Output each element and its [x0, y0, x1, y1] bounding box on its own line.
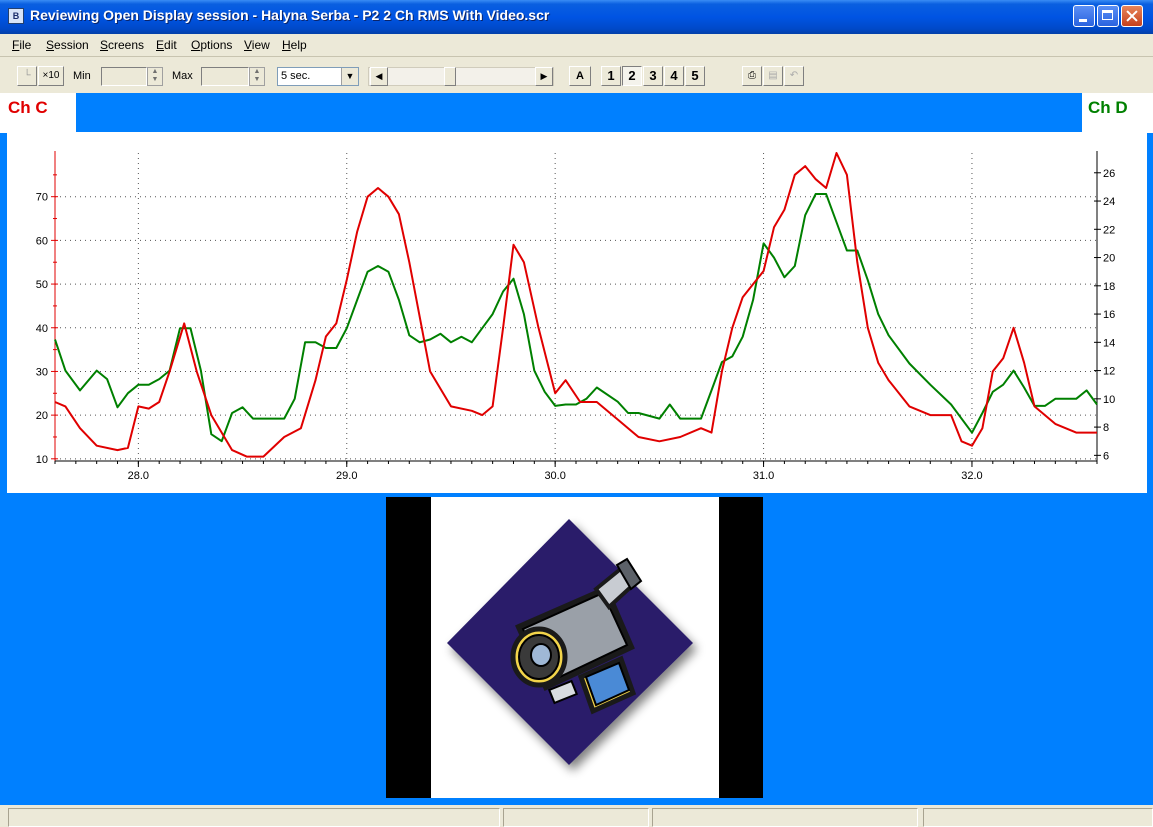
menu-screens[interactable]: Screens: [100, 38, 144, 52]
right-y-tick-label: 26: [1103, 168, 1115, 180]
min-label: Min: [73, 70, 91, 82]
undo-button[interactable]: ↶: [784, 66, 804, 86]
x-tick-label: 31.0: [753, 470, 774, 482]
axis-icon: └: [23, 70, 31, 81]
left-y-tick-label: 60: [36, 235, 48, 247]
channel-color-strip: [76, 93, 1082, 132]
arrow-left-icon: ◀: [375, 71, 383, 81]
chevron-down-icon[interactable]: ▼: [341, 68, 358, 85]
scroll-left-button[interactable]: ◀: [370, 67, 388, 86]
window-title: Reviewing Open Display session - Halyna …: [30, 7, 550, 23]
channel-d-label: Ch D: [1088, 98, 1128, 117]
left-y-tick-label: 50: [36, 279, 48, 291]
toolbar: └ ×10 Min ▲ ▼ Max ▲ ▼ 5 sec. ▼ ◀ ▶ A 1 2 3…: [0, 57, 1153, 93]
channel-c-label: Ch C: [8, 98, 48, 117]
arrow-right-icon: ▶: [540, 71, 548, 81]
max-label: Max: [172, 70, 193, 82]
timebase-select[interactable]: 5 sec. ▼: [277, 67, 359, 86]
menu-options[interactable]: Options: [191, 38, 232, 52]
screen-button-5[interactable]: 5: [685, 66, 705, 86]
close-button[interactable]: [1121, 5, 1143, 27]
document-icon: ▤: [768, 70, 778, 81]
printer-icon: ⎙: [748, 70, 756, 81]
title-bar[interactable]: B Reviewing Open Display session - Halyn…: [0, 0, 1153, 34]
left-y-tick-label: 30: [36, 366, 48, 378]
x-tick-label: 30.0: [544, 470, 565, 482]
scroll-thumb[interactable]: [444, 67, 456, 86]
status-pane-3: [652, 808, 918, 827]
screen-button-3[interactable]: 3: [643, 66, 663, 86]
maximize-button[interactable]: [1097, 5, 1119, 27]
right-y-tick-label: 6: [1103, 450, 1109, 462]
status-bar: [0, 805, 1153, 827]
undo-icon: ↶: [789, 70, 799, 81]
app-icon[interactable]: B: [8, 8, 24, 24]
menu-edit[interactable]: Edit: [156, 38, 177, 52]
time-scrollbar[interactable]: [368, 67, 554, 86]
series-line-ch-d: [54, 193, 1098, 443]
menu-help[interactable]: Help: [282, 38, 307, 52]
menu-session[interactable]: Session: [46, 38, 89, 52]
right-y-tick-label: 14: [1103, 337, 1115, 349]
x-tick-label: 32.0: [961, 470, 982, 482]
right-y-tick-label: 18: [1103, 281, 1115, 293]
status-pane-1: [8, 808, 500, 827]
right-y-tick-label: 12: [1103, 366, 1115, 378]
scroll-right-button[interactable]: ▶: [535, 67, 553, 86]
auto-scale-button[interactable]: A: [569, 66, 591, 86]
print-button[interactable]: ⎙: [742, 66, 762, 86]
minimize-button[interactable]: [1073, 5, 1095, 27]
status-pane-4: [923, 808, 1153, 827]
status-pane-2: [503, 808, 649, 827]
screen-button-4[interactable]: 4: [664, 66, 684, 86]
right-y-tick-label: 20: [1103, 253, 1115, 265]
x10-button[interactable]: ×10: [38, 66, 64, 86]
rms-line-chart[interactable]: 10 20 30 40 50 60 70 6 8 10 12 14 16 18 20 22 24 26 28.0 29…: [7, 133, 1147, 493]
report-button[interactable]: ▤: [763, 66, 783, 86]
menu-file[interactable]: File: [12, 38, 31, 52]
menu-view[interactable]: View: [244, 38, 270, 52]
min-input[interactable]: [101, 67, 147, 86]
right-y-tick-label: 8: [1103, 422, 1109, 434]
min-spinner[interactable]: ▲ ▼: [147, 67, 163, 86]
menu-bar: File Session Screens Edit Options View H…: [0, 34, 1153, 57]
left-y-tick-label: 70: [36, 192, 48, 204]
left-y-tick-label: 10: [36, 454, 48, 466]
screen-button-1[interactable]: 1: [601, 66, 621, 86]
right-y-tick-label: 24: [1103, 196, 1115, 208]
camcorder-icon: [447, 519, 693, 765]
x-tick-label: 28.0: [128, 470, 149, 482]
series-line-ch-c: [54, 152, 1097, 458]
max-input[interactable]: [201, 67, 249, 86]
timebase-value: 5 sec.: [281, 70, 311, 82]
right-y-tick-label: 16: [1103, 309, 1115, 321]
left-y-tick-label: 40: [36, 323, 48, 335]
screen-button-2[interactable]: 2: [622, 66, 642, 86]
right-y-tick-label: 22: [1103, 224, 1115, 236]
right-y-tick-label: 10: [1103, 394, 1115, 406]
x-tick-label: 29.0: [336, 470, 357, 482]
left-y-tick-label: 20: [36, 410, 48, 422]
axis-scale-button[interactable]: └: [17, 66, 37, 86]
max-spinner[interactable]: ▲ ▼: [249, 67, 265, 86]
